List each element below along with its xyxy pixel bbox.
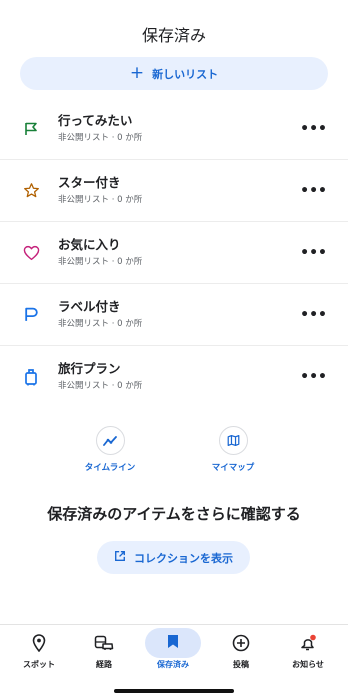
list-subtitle: 非公開リスト · 0 か所	[58, 381, 143, 391]
map-icon	[218, 426, 248, 455]
nav-post[interactable]: 投稿	[211, 631, 271, 670]
bottom-navigation: スポット 経路 保存済み 投稿 お知らせ	[0, 624, 348, 698]
saved-lists: 行ってみたい 非公開リスト · 0 か所 ••• スター付き 非公開リスト · …	[0, 98, 348, 408]
more-options-icon[interactable]: •••	[300, 307, 327, 323]
new-list-button[interactable]: + 新しいリスト	[20, 57, 328, 90]
bookmark-icon	[167, 634, 179, 653]
list-item-favorites[interactable]: お気に入り 非公開リスト · 0 か所 •••	[0, 222, 348, 284]
list-subtitle: 非公開リスト · 0 か所	[58, 194, 143, 205]
nav-label: 投稿	[233, 660, 249, 669]
nav-notifications[interactable]: お知らせ	[278, 631, 338, 670]
add-circle-icon	[211, 631, 271, 655]
list-title: 行ってみたい	[58, 112, 133, 128]
heart-icon	[22, 244, 40, 262]
commute-icon	[74, 631, 134, 655]
nav-active-indicator	[145, 628, 201, 658]
list-item-labeled[interactable]: ラベル付き 非公開リスト · 0 か所 •••	[0, 284, 348, 346]
list-item-travel-plans[interactable]: 旅行プラン 非公開リスト · 0 か所 •••	[0, 346, 348, 408]
page-title: 保存済み	[141, 26, 206, 45]
home-indicator	[114, 689, 234, 693]
label-icon	[22, 306, 40, 324]
new-list-label: 新しいリスト	[152, 67, 219, 81]
list-subtitle: 非公開リスト · 0 か所	[58, 132, 143, 143]
view-collections-label: コレクションを表示	[134, 551, 233, 565]
nav-label: 保存済み	[157, 660, 189, 669]
open-in-new-icon	[114, 550, 126, 565]
nav-label: 経路	[96, 660, 112, 669]
more-options-icon[interactable]: •••	[300, 245, 327, 261]
list-item-want-to-go[interactable]: 行ってみたい 非公開リスト · 0 か所 •••	[0, 98, 348, 160]
timeline-icon	[95, 426, 125, 455]
list-title: お気に入り	[58, 236, 121, 252]
more-saved-heading: 保存済みのアイテムをさらに確認する	[47, 505, 301, 523]
timeline-label: タイムライン	[84, 463, 136, 473]
list-subtitle: 非公開リスト · 0 か所	[58, 256, 143, 267]
nav-label: スポット	[23, 660, 55, 669]
my-maps-label: マイマップ	[211, 463, 255, 473]
more-options-icon[interactable]: •••	[300, 121, 327, 137]
list-subtitle: 非公開リスト · 0 か所	[58, 318, 143, 329]
nav-label: お知らせ	[292, 660, 324, 669]
location-pin-icon	[9, 631, 69, 655]
timeline-link[interactable]: タイムライン	[65, 426, 155, 473]
plus-icon: +	[129, 63, 145, 83]
list-title: ラベル付き	[58, 298, 121, 314]
star-icon	[22, 182, 40, 200]
my-maps-link[interactable]: マイマップ	[188, 426, 278, 473]
suitcase-icon	[22, 368, 40, 386]
nav-spots[interactable]: スポット	[9, 631, 69, 670]
more-options-icon[interactable]: •••	[300, 369, 327, 385]
list-title: 旅行プラン	[58, 361, 121, 376]
flag-icon	[22, 120, 40, 138]
bell-icon	[278, 631, 338, 655]
nav-directions[interactable]: 経路	[74, 631, 134, 670]
view-collections-button[interactable]: コレクションを表示	[97, 541, 250, 574]
list-item-starred[interactable]: スター付き 非公開リスト · 0 か所 •••	[0, 160, 348, 222]
nav-saved[interactable]: 保存済み	[143, 628, 203, 670]
list-title: スター付き	[58, 174, 121, 190]
more-options-icon[interactable]: •••	[300, 183, 327, 199]
